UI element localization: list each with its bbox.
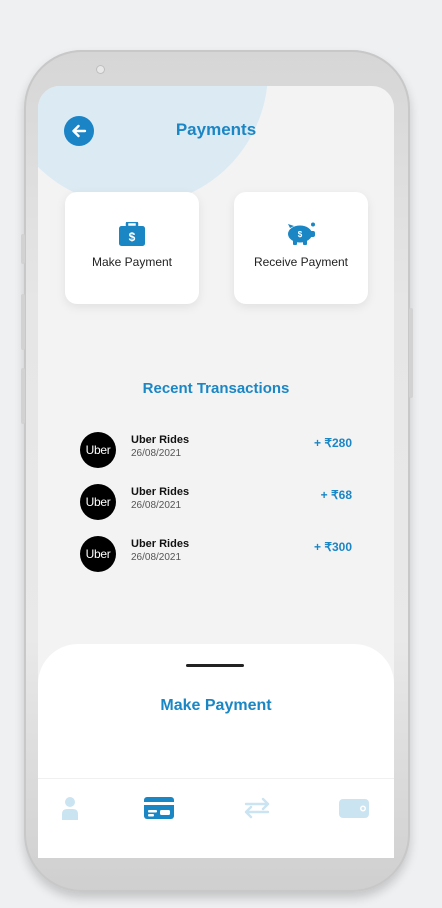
- camera: [96, 65, 105, 74]
- transaction-amount: + ₹68: [320, 488, 352, 502]
- background-blob: [38, 86, 268, 206]
- nav-profile[interactable]: [52, 795, 88, 821]
- receive-payment-card[interactable]: $ Receive Payment: [234, 192, 368, 304]
- sheet-title: Make Payment: [160, 697, 272, 714]
- transaction-name: Uber Rides: [131, 486, 190, 498]
- recent-transactions-title: Recent Transactions: [142, 380, 290, 397]
- make-payment-sheet[interactable]: Make Payment: [38, 644, 394, 784]
- uber-logo: Uber: [80, 432, 116, 468]
- sheet-drag-handle[interactable]: [186, 664, 244, 667]
- side-button: [21, 234, 25, 264]
- piggy-bank-icon: $: [288, 222, 315, 245]
- page-title: Payments: [175, 120, 257, 139]
- uber-logo: Uber: [80, 484, 116, 520]
- uber-logo: Uber: [80, 536, 116, 572]
- nav-cards[interactable]: [141, 795, 177, 821]
- transaction-row[interactable]: Uber Uber Rides 26/08/2021 + ₹280: [80, 432, 352, 468]
- make-payment-card[interactable]: $ Make Payment: [65, 192, 199, 304]
- transfer-icon: [244, 797, 270, 819]
- nav-transfers[interactable]: [239, 795, 275, 821]
- transaction-date: 26/08/2021: [131, 552, 182, 563]
- power-button: [409, 308, 413, 398]
- transaction-row[interactable]: Uber Uber Rides 26/08/2021 + ₹300: [80, 536, 352, 572]
- side-button: [21, 294, 25, 350]
- card-icon: [144, 797, 174, 819]
- user-icon: [62, 797, 78, 820]
- briefcase-dollar-icon: $: [119, 222, 145, 246]
- nav-wallet[interactable]: [336, 795, 372, 821]
- make-payment-label: Make Payment: [91, 255, 173, 269]
- wallet-icon: [339, 799, 369, 818]
- transaction-amount: + ₹300: [314, 540, 352, 554]
- receive-payment-label: Receive Payment: [253, 255, 349, 269]
- transaction-name: Uber Rides: [131, 538, 190, 550]
- transaction-date: 26/08/2021: [131, 500, 182, 511]
- transaction-amount: + ₹280: [314, 436, 352, 450]
- bottom-nav: [38, 778, 394, 858]
- svg-text:$: $: [298, 230, 303, 239]
- phone-frame: Payments $ Make Payment $ Receive Paymen…: [21, 50, 413, 892]
- side-button: [21, 368, 25, 424]
- app-screen: Payments $ Make Payment $ Receive Paymen…: [38, 86, 394, 858]
- transaction-name: Uber Rides: [131, 434, 190, 446]
- svg-text:$: $: [129, 230, 136, 244]
- transaction-date: 26/08/2021: [131, 448, 182, 459]
- transaction-row[interactable]: Uber Uber Rides 26/08/2021 + ₹68: [80, 484, 352, 520]
